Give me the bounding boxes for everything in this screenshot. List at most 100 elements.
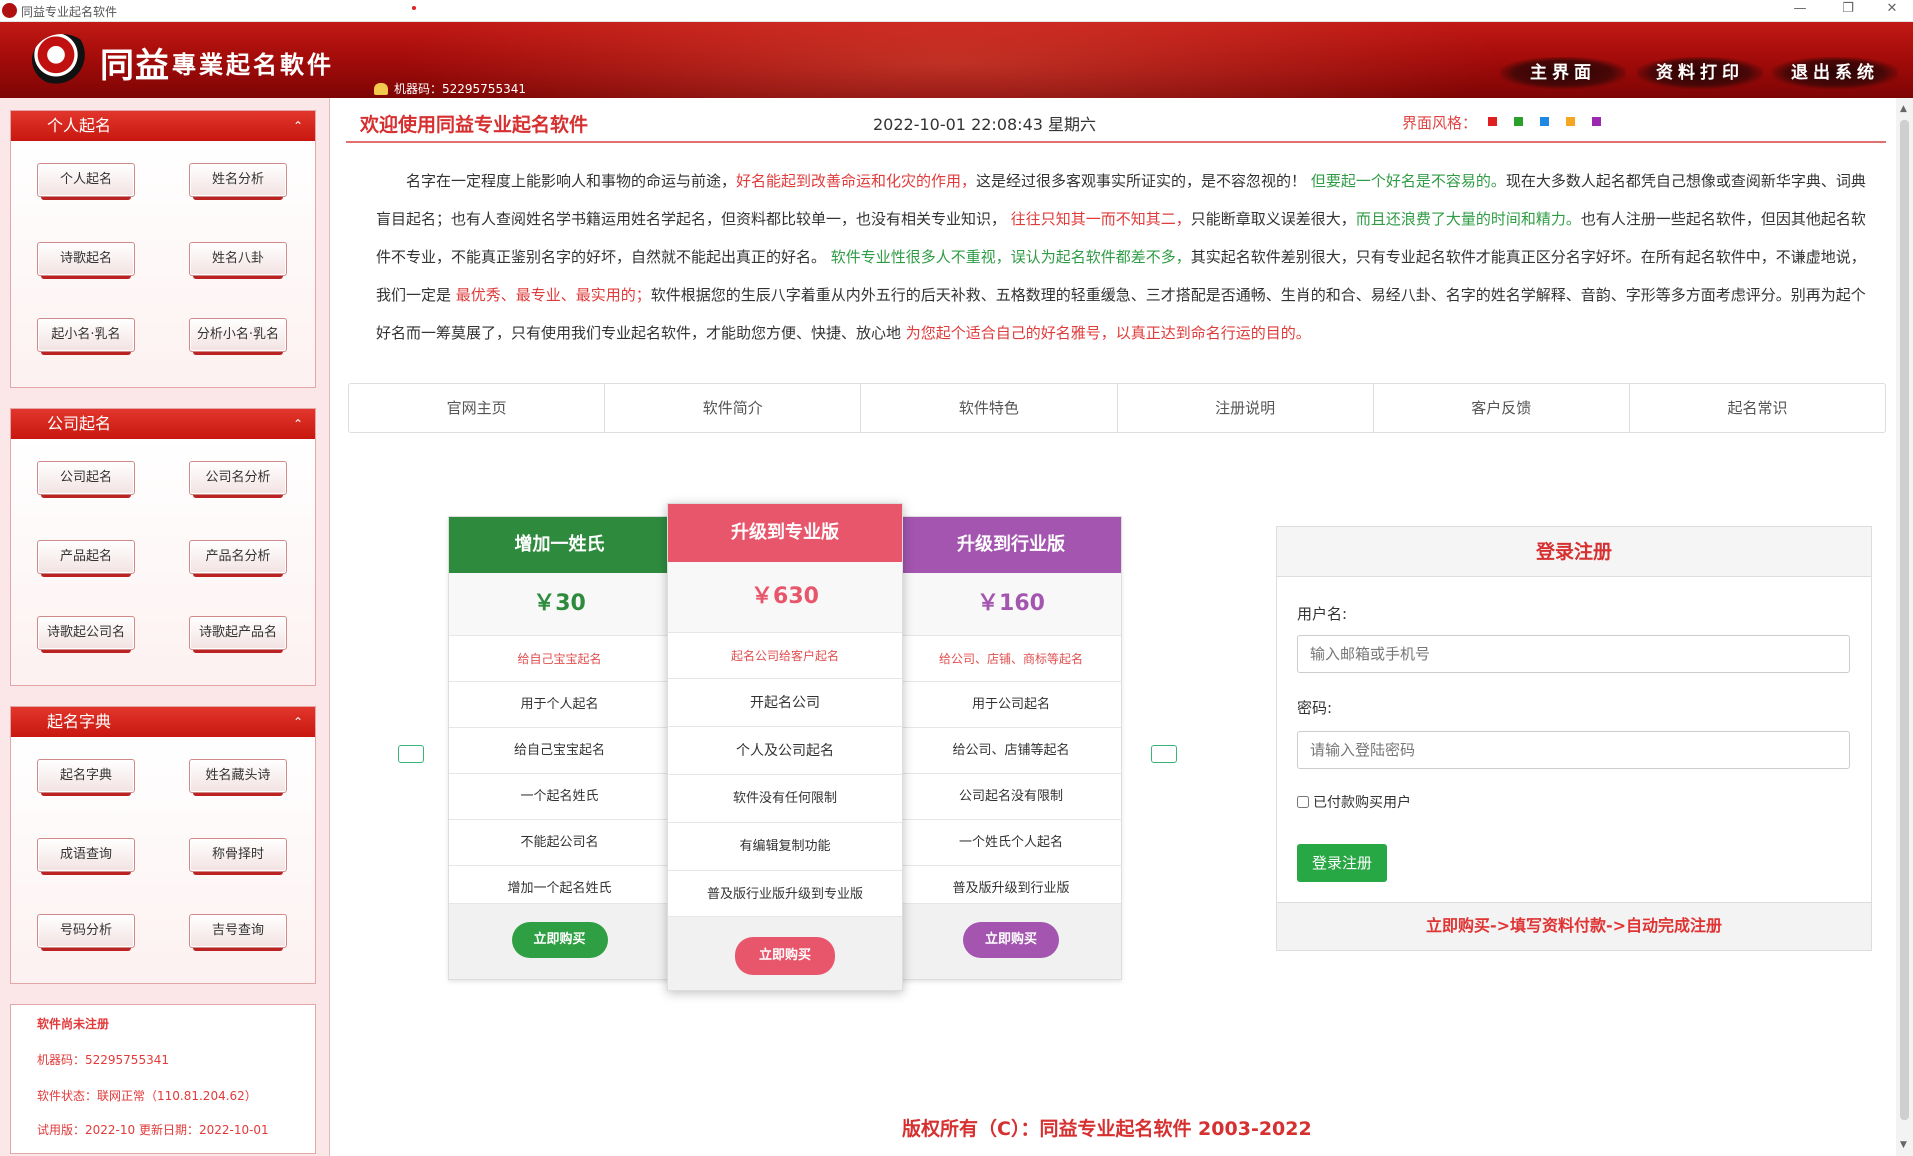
scroll-up-icon[interactable]: ▲ [1900, 104, 1907, 114]
maximize-button[interactable]: ❐ [1828, 0, 1868, 20]
idiom-query-button[interactable]: 成语查询 [37, 838, 135, 875]
card-feature: 给公司、店铺等起名 [901, 727, 1121, 773]
minimize-button[interactable]: — [1780, 0, 1820, 20]
card-subtitle: 给公司、店铺、商标等起名 [901, 635, 1121, 681]
buy-button[interactable]: 立即购买 [735, 937, 835, 975]
intro-highlight: 软件专业性很多人不重视，误认为起名软件都差不多， [830, 248, 1191, 266]
datetime: 2022-10-01 22:08:43 星期六 [873, 115, 1097, 134]
app-header: 同益 專業起名軟件 机器码：52295755341 主界面 资料打印 退出系统 [0, 22, 1913, 98]
card-feature: 给自己宝宝起名 [449, 727, 670, 773]
brand-logo-icon [32, 34, 92, 86]
style-green-swatch[interactable] [1514, 117, 1523, 126]
intro-highlight: 而且还浪费了大量的时间和精力。 [1355, 210, 1581, 228]
card-title: 升级到专业版 [668, 504, 902, 562]
intro-text: 这是经过很多客观事实所证实的，是不容忽视的！ [976, 172, 1311, 190]
company-naming-button[interactable]: 公司起名 [37, 461, 135, 498]
card-feature: 有编辑复制功能 [668, 822, 902, 870]
name-bagua-button[interactable]: 姓名八卦 [189, 242, 287, 279]
main-content: 欢迎使用同益专业起名软件 2022-10-01 22:08:43 星期六 界面风… [330, 98, 1896, 1156]
intro-text: 只能断章取义误差很大， [1190, 210, 1356, 228]
panel-title: 公司起名 [47, 414, 112, 433]
collapse-icon[interactable]: ⌃ [293, 111, 303, 141]
paid-user-option[interactable]: 已付款购买用户 [1297, 792, 1411, 812]
card-price: ￥30 [449, 573, 670, 635]
login-title: 登录注册 [1277, 527, 1871, 577]
lucky-number-button[interactable]: 吉号查询 [189, 914, 287, 951]
poem-naming-button[interactable]: 诗歌起名 [37, 242, 135, 279]
scroll-thumb[interactable] [1900, 120, 1909, 1120]
intro-highlight: 往往只知其一而不知其二， [1010, 210, 1191, 228]
panel-title: 起名字典 [47, 712, 112, 731]
product-naming-button[interactable]: 产品起名 [37, 540, 135, 577]
collapse-icon[interactable]: ⌃ [293, 707, 303, 737]
buy-button[interactable]: 立即购买 [511, 922, 608, 958]
company-name-analysis-button[interactable]: 公司名分析 [189, 461, 287, 498]
password-label: 密码: [1297, 699, 1333, 717]
status-machine-code: 机器码：52295755341 [37, 1053, 169, 1067]
acrostic-poem-button[interactable]: 姓名藏头诗 [189, 759, 287, 796]
nav-print-button[interactable]: 资料打印 [1637, 57, 1763, 89]
login-register-button[interactable]: 登录注册 [1297, 844, 1387, 882]
nav-exit-button[interactable]: 退出系统 [1772, 57, 1898, 89]
poem-product-naming-button[interactable]: 诗歌起产品名 [189, 616, 287, 653]
panel-header[interactable]: 个人起名 ⌃ [11, 111, 315, 141]
vertical-scrollbar[interactable]: ▲ ▼ [1896, 98, 1913, 1156]
tab-introduction[interactable]: 软件简介 [605, 384, 862, 432]
card-feature: 用于个人起名 [449, 681, 670, 727]
number-analysis-button[interactable]: 号码分析 [37, 914, 135, 951]
name-analysis-button[interactable]: 姓名分析 [189, 163, 287, 200]
poem-company-naming-button[interactable]: 诗歌起公司名 [37, 616, 135, 653]
panel-naming-dictionary: 起名字典 ⌃ 起名字典 姓名藏头诗 成语查询 称骨择时 号码分析 吉号查询 [10, 706, 316, 984]
card-price: ￥630 [668, 562, 902, 632]
style-red-swatch[interactable] [1488, 117, 1497, 126]
collapse-icon[interactable]: ⌃ [293, 409, 303, 439]
page-title: 欢迎使用同益专业起名软件 [360, 114, 589, 136]
nav-home-button[interactable]: 主界面 [1500, 57, 1626, 89]
bone-weight-button[interactable]: 称骨择时 [189, 838, 287, 875]
nickname-naming-button[interactable]: 起小名·乳名 [37, 318, 135, 355]
card-feature: 用于公司起名 [901, 681, 1121, 727]
tab-feedback[interactable]: 客户反馈 [1374, 384, 1630, 432]
product-name-analysis-button[interactable]: 产品名分析 [189, 540, 287, 577]
password-input[interactable] [1297, 731, 1850, 769]
intro-highlight: 好名能起到改善命运和化灾的作用， [736, 172, 977, 190]
tab-registration[interactable]: 注册说明 [1118, 384, 1374, 432]
panel-header[interactable]: 起名字典 ⌃ [11, 707, 315, 737]
intro-highlight: 最优秀、最专业、最实用的； [455, 286, 651, 304]
personal-naming-button[interactable]: 个人起名 [37, 163, 135, 200]
card-price: ￥160 [901, 573, 1121, 635]
username-input[interactable] [1297, 635, 1850, 673]
card-feature: 个人及公司起名 [668, 726, 902, 774]
style-purple-swatch[interactable] [1592, 117, 1601, 126]
close-button[interactable]: ✕ [1872, 0, 1912, 20]
card-feature: 一个起名姓氏 [449, 773, 670, 819]
window-titlebar: 同益专业起名软件 — ❐ ✕ [0, 0, 1913, 22]
brand-subtitle: 專業起名軟件 [172, 50, 334, 79]
card-feature: 软件没有任何限制 [668, 774, 902, 822]
card-subtitle: 起名公司给客户起名 [668, 632, 902, 678]
divider [346, 141, 1886, 143]
panel-header[interactable]: 公司起名 ⌃ [11, 409, 315, 439]
intro-highlight: 但要起一个好名是不容易的。 [1310, 172, 1506, 190]
purchase-steps[interactable]: 立即购买->填写资料付款->自动完成注册 [1277, 902, 1871, 950]
nickname-analysis-button[interactable]: 分析小名·乳名 [189, 318, 287, 355]
card-feature: 不能起公司名 [449, 819, 670, 865]
naming-dictionary-button[interactable]: 起名字典 [37, 759, 135, 796]
panel-title: 个人起名 [47, 116, 112, 135]
panel-personal-naming: 个人起名 ⌃ 个人起名 姓名分析 诗歌起名 姓名八卦 起小名·乳名 分析小名·乳名 [10, 110, 316, 388]
paid-user-label: 已付款购买用户 [1313, 795, 1411, 811]
right-checkbox[interactable] [1151, 745, 1177, 763]
tab-features[interactable]: 软件特色 [861, 384, 1118, 432]
window-title: 同益专业起名软件 [21, 5, 118, 19]
registration-status: 软件尚未注册 机器码：52295755341 软件状态：联网正常（110.81.… [10, 1004, 316, 1154]
tab-naming-knowledge[interactable]: 起名常识 [1630, 384, 1885, 432]
scroll-down-icon[interactable]: ▼ [1900, 1140, 1907, 1150]
buy-button[interactable]: 立即购买 [963, 922, 1059, 958]
paid-user-checkbox[interactable] [1297, 796, 1309, 808]
pricing-card-professional: 升级到专业版 ￥630 起名公司给客户起名 开起名公司 个人及公司起名 软件没有… [667, 503, 903, 991]
tab-homepage[interactable]: 官网主页 [349, 384, 606, 432]
left-checkbox[interactable] [398, 745, 424, 763]
style-blue-swatch[interactable] [1540, 117, 1549, 126]
style-orange-swatch[interactable] [1566, 117, 1575, 126]
app-logo-icon [2, 3, 17, 18]
